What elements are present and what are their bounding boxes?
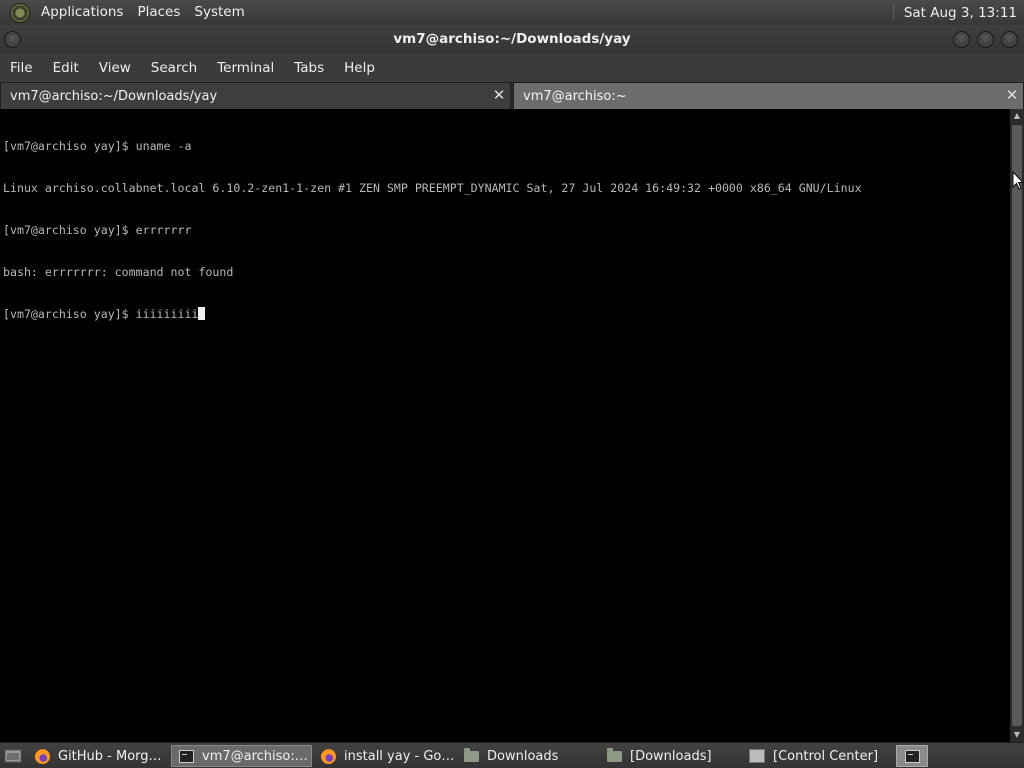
taskbar-item-install-yay[interactable]: install yay - Googl... (314, 745, 455, 767)
menu-search[interactable]: Search (141, 54, 207, 82)
tab-close-icon[interactable]: ✕ (491, 87, 507, 103)
scroll-down-arrow-icon[interactable]: ▼ (1010, 728, 1024, 742)
tab-close-icon[interactable]: ✕ (1004, 87, 1020, 103)
system-menu[interactable]: System (187, 0, 251, 25)
control-center-icon (749, 748, 765, 764)
show-desktop-button[interactable] (2, 745, 24, 767)
prompt-input-text[interactable]: [vm7@archiso yay]$ iiiiiiiii (3, 307, 198, 321)
taskbar-item-label: [Control Center] (773, 748, 879, 764)
bottom-panel: GitHub - Morgan... vm7@archiso:~/... ins… (0, 742, 1024, 768)
terminal-scrollbar[interactable]: ▲ ▼ (1010, 109, 1024, 742)
mouse-pointer-icon (1012, 171, 1024, 190)
text-cursor (198, 307, 206, 320)
taskbar-item-terminal[interactable]: vm7@archiso:~/... (171, 745, 312, 767)
taskbar-item-label: Downloads (487, 748, 559, 764)
workspace-switcher[interactable] (896, 745, 928, 767)
close-window-button[interactable] (1001, 31, 1018, 48)
menu-view[interactable]: View (89, 54, 141, 82)
tab-label: vm7@archiso:~/Downloads/yay (10, 88, 218, 104)
places-menu[interactable]: Places (130, 0, 187, 25)
clock[interactable]: Sat Aug 3, 13:11 (904, 5, 1024, 21)
applications-menu[interactable]: Applications (34, 0, 130, 25)
taskbar-item-label: [Downloads] (630, 748, 712, 764)
terminal-line: Linux archiso.collabnet.local 6.10.2-zen… (3, 181, 862, 195)
clock-area: Sat Aug 3, 13:11 (892, 0, 1024, 25)
firefox-icon (320, 748, 336, 764)
terminal-line: [vm7@archiso yay]$ errrrrrr (3, 223, 192, 237)
scrollbar-thumb[interactable] (1012, 125, 1022, 726)
terminal-output[interactable]: [vm7@archiso yay]$ uname -a Linux archis… (0, 109, 1010, 742)
taskbar-item-github[interactable]: GitHub - Morgan... (28, 745, 169, 767)
workspace-window-icon (904, 749, 920, 763)
terminal-icon (178, 748, 194, 764)
tab-label: vm7@archiso:~ (523, 88, 627, 104)
show-desktop-icon (4, 749, 22, 763)
terminal-line: bash: errrrrrr: command not found (3, 265, 234, 279)
firefox-icon (34, 748, 50, 764)
taskbar-item-label: install yay - Googl... (344, 748, 455, 764)
maximize-button[interactable] (977, 31, 994, 48)
tab-bar: vm7@archiso:~/Downloads/yay ✕ vm7@archis… (0, 82, 1024, 109)
scroll-up-arrow-icon[interactable]: ▲ (1010, 109, 1024, 123)
taskbar-item-label: GitHub - Morgan... (58, 748, 169, 764)
tab-downloads-yay[interactable]: vm7@archiso:~/Downloads/yay ✕ (0, 82, 511, 109)
folder-icon (606, 747, 622, 764)
taskbar-item-downloads-minimized[interactable]: [Downloads] (600, 745, 741, 767)
folder-icon (463, 747, 479, 764)
taskbar-item-label: vm7@archiso:~/... (202, 748, 311, 764)
terminal-line: [vm7@archiso yay]$ uname -a (3, 139, 192, 153)
window-title: vm7@archiso:~/Downloads/yay (393, 31, 631, 47)
tab-home[interactable]: vm7@archiso:~ ✕ (513, 82, 1024, 109)
menu-tabs[interactable]: Tabs (284, 54, 334, 82)
taskbar-item-downloads[interactable]: Downloads (457, 745, 598, 767)
distro-logo-icon[interactable] (10, 2, 30, 23)
menu-terminal[interactable]: Terminal (207, 54, 284, 82)
window-titlebar[interactable]: vm7@archiso:~/Downloads/yay (0, 25, 1024, 54)
terminal-prompt-line[interactable]: [vm7@archiso yay]$ iiiiiiiii (3, 307, 1010, 321)
menu-file[interactable]: File (0, 54, 43, 82)
panel-separator (892, 5, 896, 20)
taskbar-item-control-center[interactable]: [Control Center] (743, 745, 884, 767)
minimize-button[interactable] (953, 31, 970, 48)
menubar: File Edit View Search Terminal Tabs Help (0, 54, 1024, 82)
menu-edit[interactable]: Edit (43, 54, 89, 82)
top-panel: Applications Places System Sat Aug 3, 13… (0, 0, 1024, 26)
menu-help[interactable]: Help (334, 54, 385, 82)
